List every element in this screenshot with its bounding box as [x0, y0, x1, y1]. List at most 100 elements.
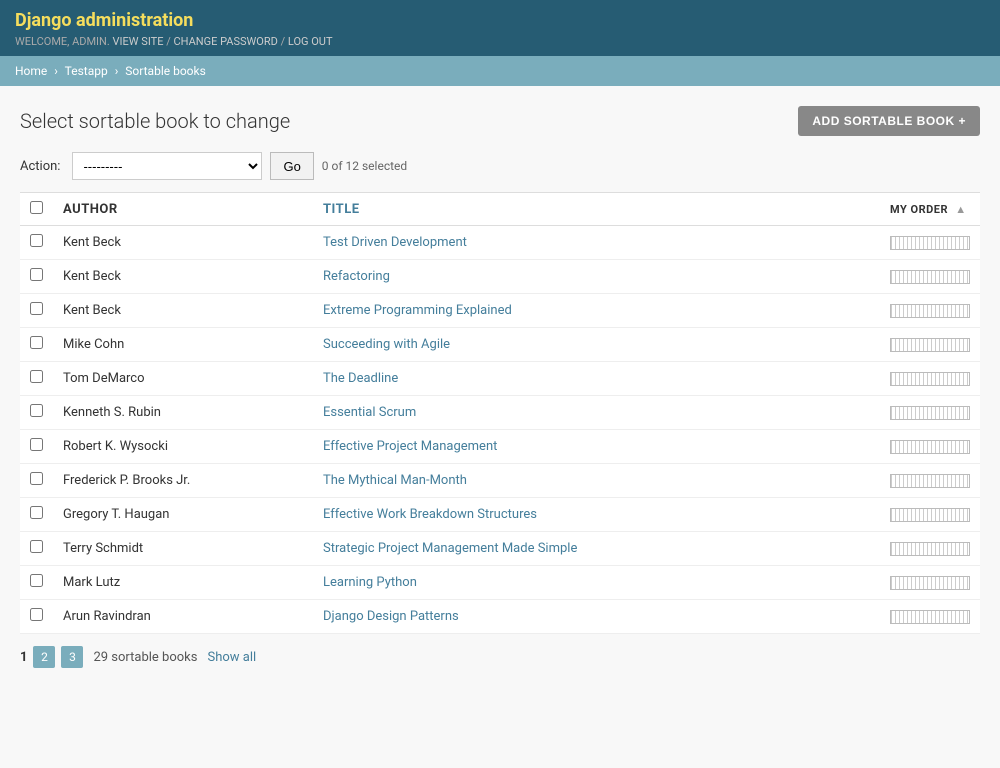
show-all-link[interactable]: Show all	[207, 650, 256, 665]
row-order-handle[interactable]	[880, 464, 980, 498]
row-title[interactable]: Essential Scrum	[313, 396, 880, 430]
action-select[interactable]: ---------	[72, 152, 262, 180]
select-all-checkbox[interactable]	[30, 201, 43, 214]
row-title[interactable]: The Deadline	[313, 362, 880, 396]
row-title-link[interactable]: Extreme Programming Explained	[323, 303, 512, 318]
row-title[interactable]: Extreme Programming Explained	[313, 294, 880, 328]
row-title[interactable]: Learning Python	[313, 566, 880, 600]
row-checkbox[interactable]	[30, 370, 43, 383]
row-checkbox[interactable]	[30, 472, 43, 485]
row-title[interactable]: Django Design Patterns	[313, 600, 880, 634]
row-checkbox[interactable]	[30, 608, 43, 621]
table-header-row: AUTHOR TITLE MY ORDER ▲	[20, 193, 980, 226]
row-order-handle[interactable]	[880, 566, 980, 600]
sort-asc-icon: ▲	[955, 203, 966, 216]
row-checkbox[interactable]	[30, 438, 43, 451]
row-checkbox[interactable]	[30, 404, 43, 417]
row-checkbox[interactable]	[30, 302, 43, 315]
main-content: Select sortable book to change ADD SORTA…	[0, 86, 1000, 688]
row-order-handle[interactable]	[880, 226, 980, 260]
row-title[interactable]: Effective Project Management	[313, 430, 880, 464]
title-column-header[interactable]: TITLE	[313, 193, 880, 226]
order-column-header[interactable]: MY ORDER ▲	[880, 193, 980, 226]
row-author: Kent Beck	[53, 226, 313, 260]
page-title: Select sortable book to change	[20, 109, 290, 133]
header-nav: WELCOME, ADMIN. VIEW SITE / CHANGE PASSW…	[15, 35, 985, 48]
row-title[interactable]: Refactoring	[313, 260, 880, 294]
row-title[interactable]: Succeeding with Agile	[313, 328, 880, 362]
row-title[interactable]: Test Driven Development	[313, 226, 880, 260]
row-title-link[interactable]: The Mythical Man-Month	[323, 473, 467, 488]
row-order-handle[interactable]	[880, 532, 980, 566]
page-2-link[interactable]: 2	[33, 646, 55, 668]
table-row: Kent Beck Test Driven Development	[20, 226, 980, 260]
row-order-handle[interactable]	[880, 294, 980, 328]
drag-handle-icon[interactable]	[890, 406, 970, 420]
pagination: 1 2 3 29 sortable books Show all	[20, 646, 980, 668]
row-title-link[interactable]: Essential Scrum	[323, 405, 416, 420]
add-sortable-book-button[interactable]: ADD SORTABLE BOOK +	[798, 106, 980, 136]
row-checkbox[interactable]	[30, 574, 43, 587]
row-title-link[interactable]: Succeeding with Agile	[323, 337, 450, 352]
row-order-handle[interactable]	[880, 328, 980, 362]
current-page: 1	[20, 650, 27, 665]
drag-handle-icon[interactable]	[890, 304, 970, 318]
row-author: Terry Schmidt	[53, 532, 313, 566]
row-title-link[interactable]: Strategic Project Management Made Simple	[323, 541, 577, 556]
content-header: Select sortable book to change ADD SORTA…	[20, 106, 980, 136]
drag-handle-icon[interactable]	[890, 372, 970, 386]
drag-handle-icon[interactable]	[890, 610, 970, 624]
row-author: Kent Beck	[53, 294, 313, 328]
breadcrumb-app[interactable]: Testapp	[65, 64, 108, 78]
table-row: Kenneth S. RubinEssential Scrum	[20, 396, 980, 430]
row-checkbox[interactable]	[30, 268, 43, 281]
row-title-link[interactable]: Django Design Patterns	[323, 609, 459, 624]
change-password-link[interactable]: CHANGE PASSWORD	[173, 35, 277, 48]
action-label: Action:	[20, 159, 60, 174]
drag-handle-icon[interactable]	[890, 338, 970, 352]
log-out-link[interactable]: LOG OUT	[288, 35, 333, 48]
row-title-link[interactable]: Test Driven Development	[323, 235, 467, 250]
row-title[interactable]: The Mythical Man-Month	[313, 464, 880, 498]
page-3-link[interactable]: 3	[61, 646, 83, 668]
row-checkbox[interactable]	[30, 234, 43, 247]
drag-handle-icon[interactable]	[890, 270, 970, 284]
row-title-link[interactable]: Effective Work Breakdown Structures	[323, 507, 537, 522]
drag-handle-icon[interactable]	[890, 474, 970, 488]
row-checkbox[interactable]	[30, 336, 43, 349]
row-title-link[interactable]: Refactoring	[323, 269, 390, 284]
row-checkbox[interactable]	[30, 540, 43, 553]
welcome-text: WELCOME, ADMIN.	[15, 35, 110, 48]
table-row: Terry Schmidt Strategic Project Managemen…	[20, 532, 980, 566]
row-author: Mike Cohn	[53, 328, 313, 362]
drag-handle-icon[interactable]	[890, 440, 970, 454]
row-title[interactable]: Strategic Project Management Made Simple	[313, 532, 880, 566]
breadcrumb-home[interactable]: Home	[15, 64, 47, 78]
row-order-handle[interactable]	[880, 430, 980, 464]
table-row: Kent Beck Refactoring	[20, 260, 980, 294]
row-title[interactable]: Effective Work Breakdown Structures	[313, 498, 880, 532]
table-body: Kent BeckTest Driven DevelopmentKent Bec…	[20, 226, 980, 634]
table-row: Mike Cohn Succeeding with Agile	[20, 328, 980, 362]
row-order-handle[interactable]	[880, 260, 980, 294]
drag-handle-icon[interactable]	[890, 576, 970, 590]
go-button[interactable]: Go	[270, 152, 313, 180]
drag-handle-icon[interactable]	[890, 542, 970, 556]
row-title-link[interactable]: Effective Project Management	[323, 439, 497, 454]
table-row: Mark LutzLearning Python	[20, 566, 980, 600]
view-site-link[interactable]: VIEW SITE	[113, 35, 164, 48]
sep2: /	[281, 35, 288, 48]
row-order-handle[interactable]	[880, 498, 980, 532]
row-author: Kent Beck	[53, 260, 313, 294]
drag-handle-icon[interactable]	[890, 508, 970, 522]
row-order-handle[interactable]	[880, 600, 980, 634]
table-row: Robert K. WysockiEffective Project Manag…	[20, 430, 980, 464]
author-column-header[interactable]: AUTHOR	[53, 193, 313, 226]
row-order-handle[interactable]	[880, 396, 980, 430]
row-title-link[interactable]: Learning Python	[323, 575, 417, 590]
row-checkbox[interactable]	[30, 506, 43, 519]
row-title-link[interactable]: The Deadline	[323, 371, 398, 386]
drag-handle-icon[interactable]	[890, 236, 970, 250]
table-row: Kent Beck Extreme Programming Explained	[20, 294, 980, 328]
row-order-handle[interactable]	[880, 362, 980, 396]
